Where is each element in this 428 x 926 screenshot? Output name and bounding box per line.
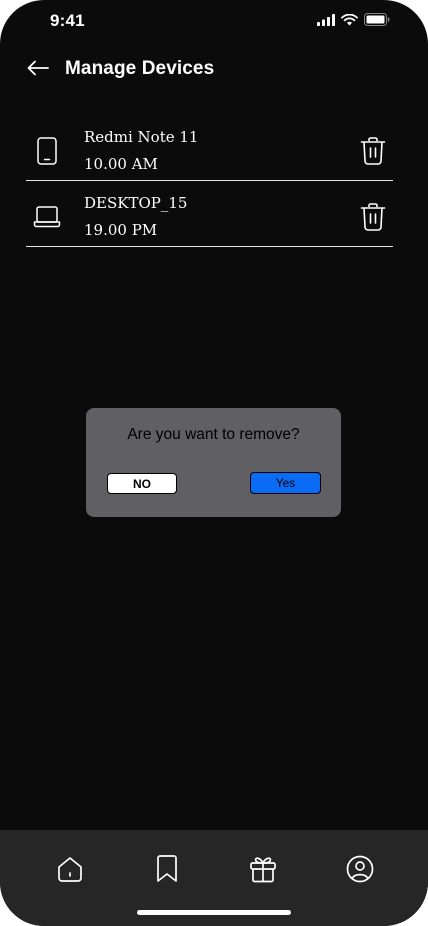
- device-time: 10.00 AM: [84, 155, 158, 173]
- trash-icon: [360, 137, 386, 165]
- status-time: 9:41: [50, 11, 85, 30]
- profile-icon: [346, 855, 374, 883]
- device-name: Redmi Note 11: [84, 128, 199, 146]
- nav-gift[interactable]: [246, 852, 280, 886]
- delete-device-button[interactable]: [359, 202, 387, 232]
- header: Manage Devices: [0, 50, 428, 90]
- back-button[interactable]: [24, 56, 52, 80]
- arrow-left-icon: [27, 60, 49, 76]
- gift-icon: [250, 857, 276, 883]
- nav-profile[interactable]: [343, 852, 377, 886]
- page-title: Manage Devices: [65, 58, 215, 79]
- status-bar: 9:41: [0, 0, 428, 44]
- smartphone-icon: [32, 136, 62, 166]
- yes-button[interactable]: Yes: [250, 472, 321, 494]
- laptop-icon: [32, 202, 62, 232]
- nav-home[interactable]: [53, 852, 87, 886]
- delete-device-button[interactable]: [359, 136, 387, 166]
- bottom-nav: [0, 830, 428, 926]
- home-icon: [58, 857, 82, 882]
- device-list: Redmi Note 11 10.00 AM DESKTOP_15 19.00 …: [26, 116, 393, 248]
- nav-bookmark[interactable]: [150, 852, 184, 886]
- home-indicator[interactable]: [137, 910, 291, 915]
- trash-icon: [360, 203, 386, 231]
- dialog-question: Are you want to remove?: [127, 426, 300, 443]
- cellular-signal-icon: [317, 13, 335, 31]
- bookmark-icon: [157, 855, 177, 882]
- battery-icon: [364, 13, 390, 31]
- device-row-redmi[interactable]: Redmi Note 11 10.00 AM: [26, 116, 393, 181]
- no-button[interactable]: NO: [107, 473, 177, 494]
- device-row-desktop[interactable]: DESKTOP_15 19.00 PM: [26, 182, 393, 247]
- device-time: 19.00 PM: [84, 221, 158, 239]
- wifi-icon: [341, 13, 358, 31]
- phone-screen: 9:41 Manage Devices Redmi Note 11 10.00 …: [0, 0, 428, 926]
- device-name: DESKTOP_15: [84, 194, 188, 212]
- status-icons: [317, 13, 390, 31]
- remove-confirm-dialog: Are you want to remove? NO Yes: [86, 408, 341, 517]
